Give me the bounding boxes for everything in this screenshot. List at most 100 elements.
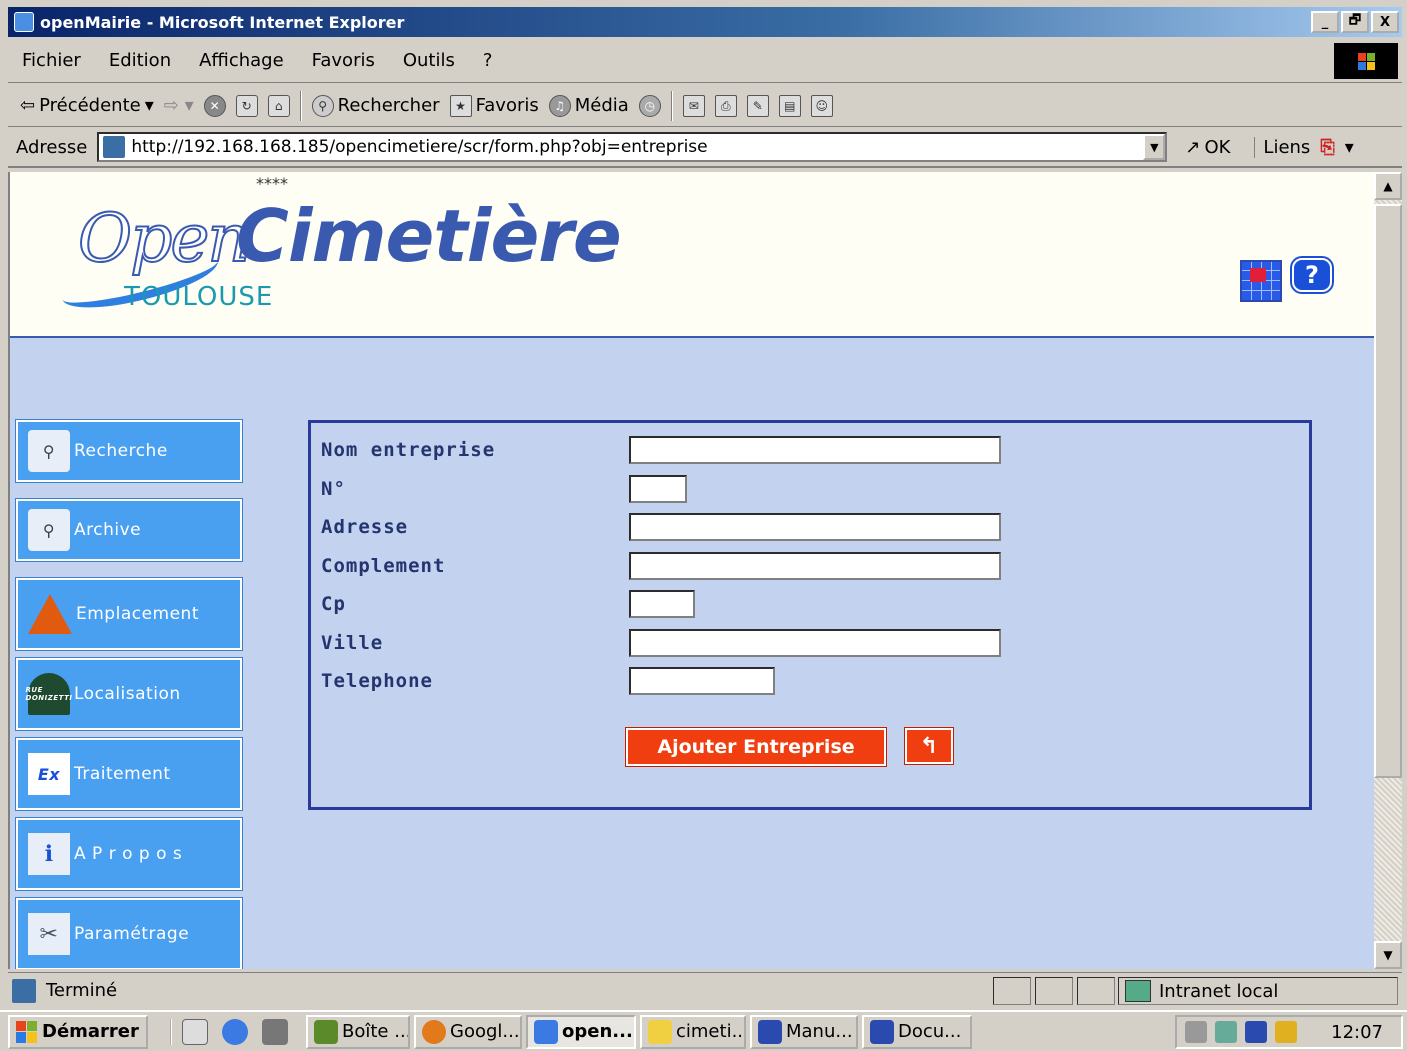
sidebar-item-emplacement[interactable]: Emplacement — [15, 577, 243, 651]
help-icon[interactable]: ? — [1292, 258, 1332, 292]
network-icon[interactable] — [262, 1018, 288, 1045]
security-zone: Intranet local — [1118, 977, 1398, 1005]
minimize-button[interactable]: _ — [1311, 11, 1339, 33]
forward-arrow-icon: ⇨ ▾ — [163, 95, 194, 116]
desktop-icon[interactable] — [182, 1018, 208, 1045]
logo-cimetiere-text: Cimetière — [236, 194, 622, 278]
taskbar: Démarrer Boîte ... Googl... open... cime… — [0, 1010, 1407, 1051]
ville-input[interactable] — [629, 629, 1001, 657]
menu-help[interactable]: ? — [483, 50, 493, 71]
sidebar-item-archive[interactable]: ⚲ Archive — [15, 498, 243, 562]
task-label: cimeti... — [676, 1021, 746, 1042]
nom-entreprise-input[interactable] — [629, 436, 1001, 464]
history-icon[interactable]: ◷ — [638, 94, 661, 117]
telephone-label: Telephone — [321, 670, 433, 692]
adresse-input[interactable] — [629, 513, 1001, 541]
messenger-icon[interactable]: ☺ — [810, 94, 833, 117]
sidebar-item-apropos[interactable]: ℹ A P r o p o s — [15, 817, 243, 891]
favorites-button[interactable]: ★ Favoris — [449, 94, 539, 117]
sidebar-item-recherche[interactable]: ⚲ Recherche — [15, 419, 243, 483]
go-button[interactable]: ↗ OK — [1185, 137, 1230, 158]
standard-toolbar: ⇦ Précédente ▾ ⇨ ▾ ✕ ↻ ⌂ ⚲ Rechercher ★ … — [8, 85, 1402, 127]
vertical-scrollbar[interactable]: ▲ ▼ — [1374, 172, 1402, 969]
pyramid-icon — [28, 594, 72, 634]
status-bar: Terminé Intranet local — [8, 972, 1402, 1008]
cp-input[interactable] — [629, 590, 695, 618]
scroll-up-button[interactable]: ▲ — [1374, 172, 1402, 200]
network-icon[interactable] — [1215, 1021, 1237, 1043]
forward-button[interactable]: ⇨ ▾ — [164, 95, 194, 116]
task-document[interactable]: Docu... — [862, 1014, 972, 1049]
menu-edition[interactable]: Edition — [109, 50, 171, 71]
print-icon[interactable]: ⎙ — [714, 94, 737, 117]
address-dropdown-button[interactable]: ▼ — [1143, 134, 1166, 160]
edit-icon[interactable]: ✎ — [746, 94, 769, 117]
stop-icon[interactable]: ✕ — [203, 94, 226, 117]
sidebar-item-label: A P r o p o s — [74, 844, 183, 864]
back-arrow-icon: ⇦ — [20, 95, 36, 116]
home-icon[interactable]: ⌂ — [267, 94, 290, 117]
status-text: Terminé — [46, 980, 118, 1001]
telephone-input[interactable] — [629, 667, 775, 695]
menu-fichier[interactable]: Fichier — [22, 50, 81, 71]
status-panel — [993, 977, 1031, 1005]
menu-bar: Fichier Edition Affichage Favoris Outils… — [8, 39, 1402, 83]
ime-icon[interactable] — [1275, 1021, 1297, 1043]
refresh-icon[interactable]: ↻ — [235, 94, 258, 117]
close-button[interactable]: X — [1371, 11, 1399, 33]
menu-outils[interactable]: Outils — [403, 50, 455, 71]
maximize-button[interactable]: 🗗 — [1341, 11, 1369, 33]
form-row-ville: Ville — [321, 628, 1001, 658]
sidebar-item-localisation[interactable]: RUE DONIZETTI Localisation — [15, 657, 243, 731]
numero-input[interactable] — [629, 475, 687, 503]
windows-logo-icon — [1334, 43, 1398, 79]
calendar-grid-icon[interactable] — [1240, 260, 1282, 302]
sidebar-item-traitement[interactable]: Ex Traitement — [15, 737, 243, 811]
links-bar[interactable]: Liens ⎘ ▾ — [1254, 136, 1354, 158]
sidebar-item-label: Traitement — [74, 764, 171, 784]
ie-icon — [534, 1019, 558, 1044]
start-label: Démarrer — [42, 1021, 139, 1042]
menu-favoris[interactable]: Favoris — [312, 50, 375, 71]
ie-icon[interactable] — [222, 1018, 248, 1045]
media-button[interactable]: ♫ Média — [548, 94, 629, 117]
address-bar: Adresse http://192.168.168.185/opencimet… — [8, 128, 1402, 168]
pdf-icon[interactable]: ⎘ — [1320, 137, 1334, 158]
discuss-icon[interactable]: ▤ — [778, 94, 801, 117]
mail-icon[interactable]: ✉ — [682, 94, 705, 117]
task-openmairie[interactable]: open... — [526, 1014, 636, 1049]
go-arrow-icon: ↗ — [1185, 136, 1201, 158]
sidebar-item-label: Recherche — [74, 441, 168, 461]
scroll-thumb[interactable] — [1374, 204, 1402, 778]
task-manuel[interactable]: Manu... — [750, 1014, 858, 1049]
volume-icon[interactable] — [1185, 1021, 1207, 1043]
task-cimetiere[interactable]: cimeti... — [640, 1014, 746, 1049]
info-icon: ℹ — [28, 833, 70, 875]
windows-logo-icon — [16, 1020, 38, 1043]
chevron-down-icon[interactable]: ▾ — [1345, 137, 1354, 158]
clock: 12:07 — [1331, 1021, 1383, 1043]
start-button[interactable]: Démarrer — [8, 1014, 148, 1049]
toolbar-separator — [670, 90, 673, 121]
mail-icon — [314, 1019, 338, 1044]
task-inbox[interactable]: Boîte ... — [306, 1014, 410, 1049]
back-icon[interactable]: ↰ — [904, 727, 954, 765]
scroll-down-button[interactable]: ▼ — [1374, 941, 1402, 969]
menu-affichage[interactable]: Affichage — [199, 50, 284, 71]
ex-icon: Ex — [28, 753, 70, 795]
shield-icon[interactable] — [1245, 1021, 1267, 1043]
search-button[interactable]: ⚲ Rechercher — [311, 94, 440, 117]
media-label: Média — [574, 95, 629, 116]
sidebar-item-label: Localisation — [74, 684, 181, 704]
quick-launch — [170, 1018, 288, 1045]
sidebar-item-parametrage[interactable]: ✂ Paramétrage — [15, 897, 243, 969]
search-label: Rechercher — [337, 95, 440, 116]
form-row-nom: Nom entreprise — [321, 435, 1001, 465]
task-google[interactable]: Googl... — [414, 1014, 522, 1049]
task-label: Googl... — [450, 1021, 520, 1042]
back-button[interactable]: ⇦ Précédente ▾ — [20, 95, 154, 116]
tools-icon: ✂ — [28, 913, 70, 955]
ajouter-entreprise-button[interactable]: Ajouter Entreprise — [625, 727, 887, 767]
address-input[interactable]: http://192.168.168.185/opencimetiere/scr… — [97, 132, 1168, 162]
complement-input[interactable] — [629, 552, 1001, 580]
